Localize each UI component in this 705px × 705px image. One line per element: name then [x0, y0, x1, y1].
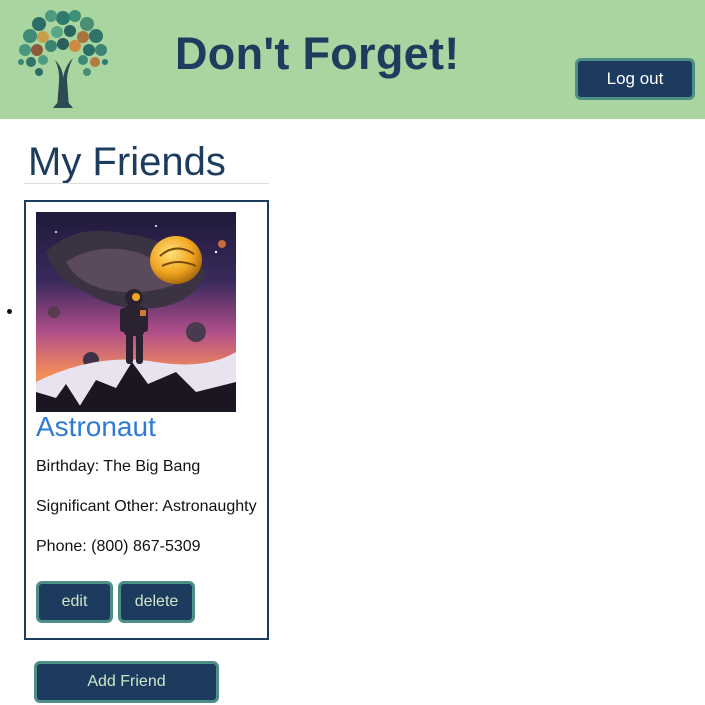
- friend-phone: Phone: (800) 867-5309: [36, 538, 201, 555]
- page-title: My Friends: [28, 140, 226, 184]
- edit-friend-button[interactable]: edit: [36, 581, 113, 623]
- add-friend-button[interactable]: Add Friend: [34, 661, 219, 703]
- delete-friend-button[interactable]: delete: [118, 581, 195, 623]
- astronaut-illustration-icon: [36, 212, 236, 412]
- list-bullet: [7, 309, 12, 314]
- tree-logo-icon: [18, 10, 108, 108]
- friend-name-link[interactable]: Astronaut: [36, 411, 156, 443]
- logout-button[interactable]: Log out: [575, 58, 695, 100]
- friend-significant-other: Significant Other: Astronaughty: [36, 498, 257, 515]
- friend-photo: [36, 212, 236, 412]
- app-title: Don't Forget!: [175, 28, 460, 79]
- title-divider: [24, 183, 269, 184]
- app-header: Don't Forget! Log out: [0, 0, 705, 119]
- friend-birthday: Birthday: The Big Bang: [36, 458, 201, 475]
